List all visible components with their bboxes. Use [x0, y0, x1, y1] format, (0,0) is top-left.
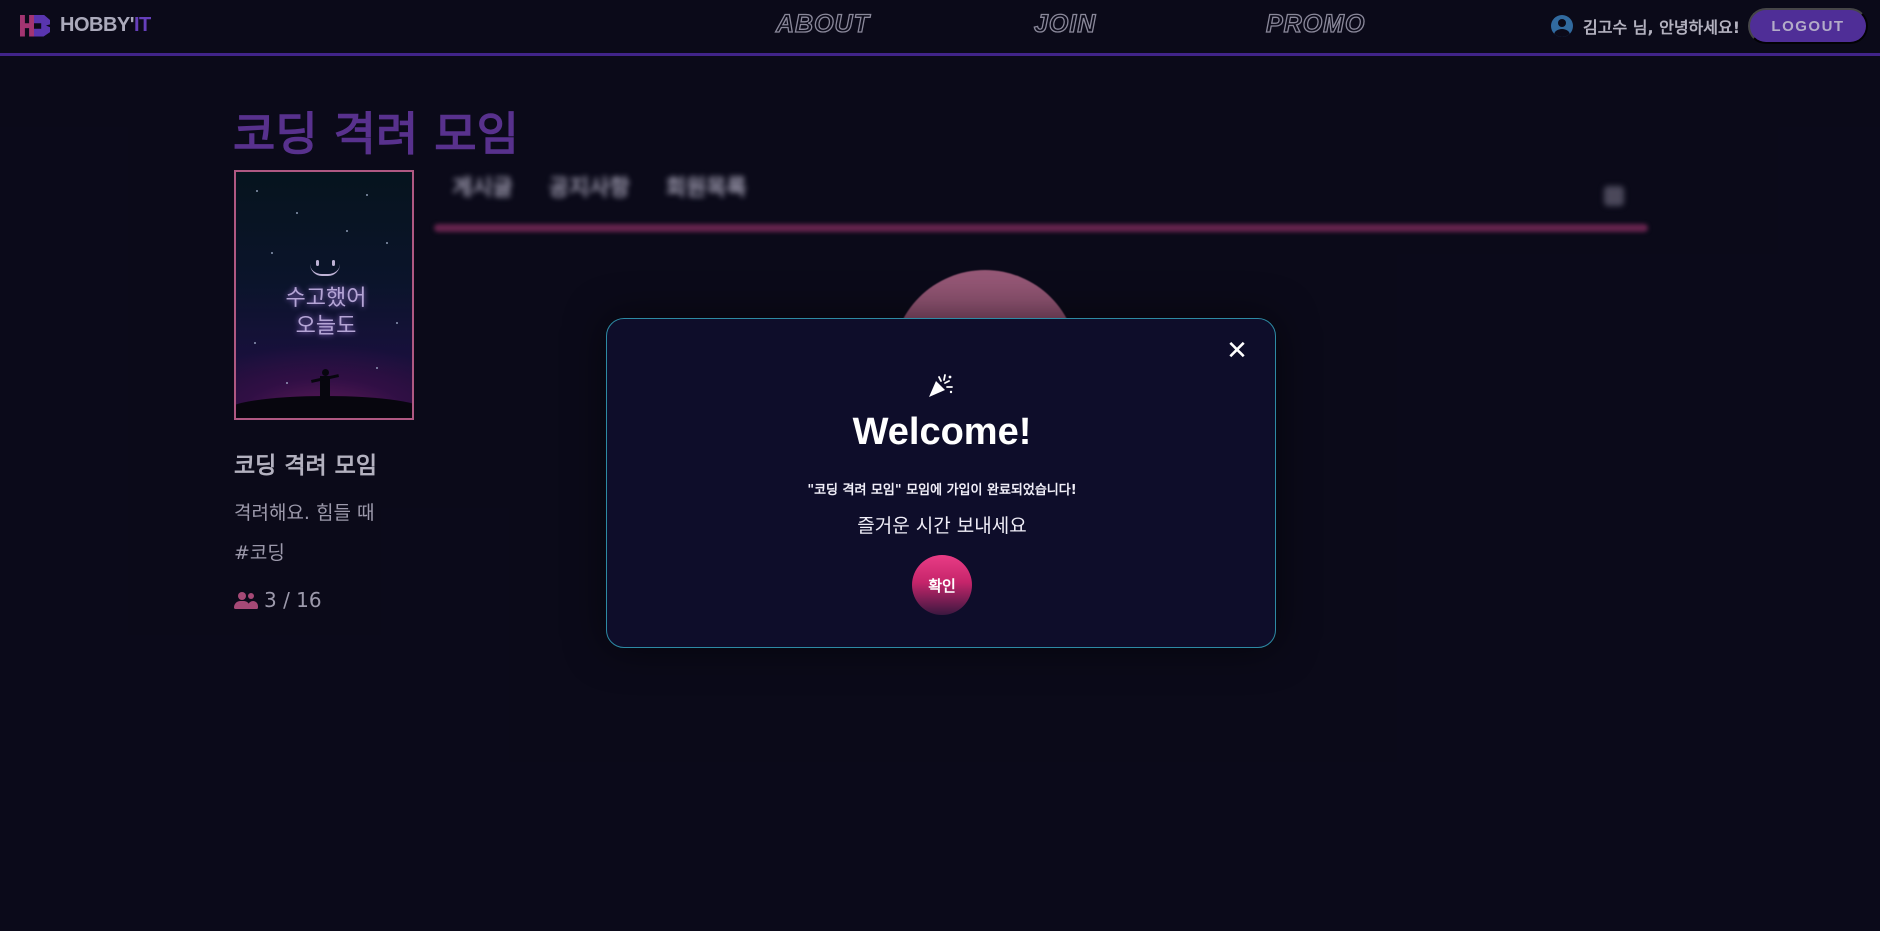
close-icon[interactable]: ✕: [1223, 337, 1251, 365]
modal-title: Welcome!: [852, 411, 1032, 453]
party-popper-icon: [929, 374, 953, 397]
welcome-modal: ✕ Welcome! "코딩 격려 모임" 모임에 가입이 완료되었습니다! 즐…: [606, 318, 1276, 648]
modal-message: "코딩 격려 모임" 모임에 가입이 완료되었습니다!: [807, 483, 1077, 498]
modal-subtitle: 즐거운 시간 보내세요: [857, 515, 1027, 537]
confirm-button[interactable]: 확인: [912, 555, 972, 615]
